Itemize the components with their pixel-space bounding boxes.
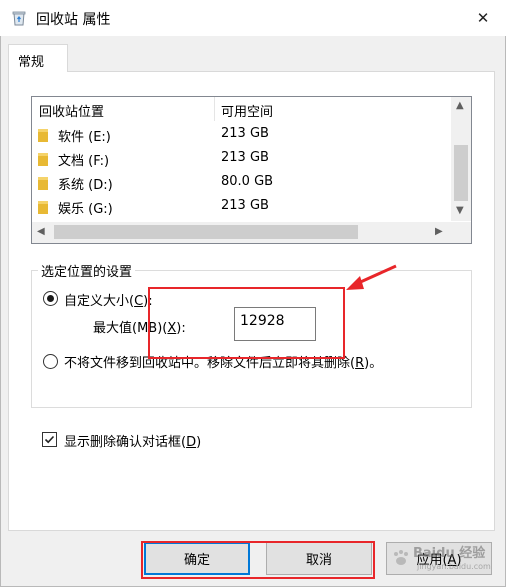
location-name: 娱乐 (G:) bbox=[58, 202, 113, 217]
paw-icon bbox=[394, 550, 408, 565]
window-title: 回收站 属性 bbox=[36, 12, 111, 28]
no-recycle-label[interactable]: 不将文件移到回收站中。移除文件后立即将其删除(R)。 bbox=[64, 352, 382, 371]
watermark-text: Baidu 经验 bbox=[413, 546, 486, 561]
horizontal-scrollbar[interactable]: ◀ ▶ bbox=[32, 222, 451, 243]
scroll-down-icon[interactable]: ▼ bbox=[456, 205, 464, 216]
scroll-left-icon[interactable]: ◀ bbox=[37, 226, 45, 237]
confirm-delete-checkbox[interactable] bbox=[42, 432, 57, 447]
close-button[interactable]: ✕ bbox=[460, 0, 506, 36]
annotation-arrow-icon bbox=[346, 264, 397, 290]
list-item[interactable]: 娱乐 (G:) 213 GB bbox=[32, 195, 450, 219]
list-header: 回收站位置 可用空间 bbox=[32, 97, 450, 121]
folder-icon bbox=[38, 129, 48, 142]
vertical-scrollbar[interactable]: ▲ ▼ bbox=[451, 97, 471, 221]
custom-size-radio[interactable] bbox=[43, 291, 58, 306]
column-divider[interactable] bbox=[214, 97, 215, 121]
folder-icon bbox=[38, 153, 48, 166]
checkmark-icon bbox=[44, 435, 55, 444]
column-header-location[interactable]: 回收站位置 bbox=[39, 101, 104, 120]
list-item[interactable]: 系统 (D:) 80.0 GB bbox=[32, 171, 450, 195]
location-space: 213 GB bbox=[221, 198, 269, 213]
cancel-button[interactable]: 取消 bbox=[266, 542, 372, 575]
location-list[interactable]: 回收站位置 可用空间 软件 (E:) 213 GB 文档 (F:) 213 GB… bbox=[31, 96, 472, 244]
max-size-value: 12928 bbox=[240, 313, 285, 329]
scroll-up-icon[interactable]: ▲ bbox=[456, 100, 464, 111]
folder-icon bbox=[38, 201, 48, 214]
location-name: 文档 (F:) bbox=[58, 154, 110, 169]
cancel-button-label: 取消 bbox=[305, 553, 332, 568]
no-recycle-radio[interactable] bbox=[43, 354, 58, 369]
horizontal-scroll-thumb[interactable] bbox=[54, 225, 358, 239]
title-bar: 回收站 属性 ✕ bbox=[0, 0, 506, 36]
list-item[interactable]: 软件 (E:) 213 GB bbox=[32, 123, 450, 147]
list-item[interactable]: 文档 (F:) 213 GB bbox=[32, 147, 450, 171]
location-space: 213 GB bbox=[221, 126, 269, 141]
tab-general-label: 常规 bbox=[18, 55, 45, 70]
watermark-url: jingyan.baidu.com bbox=[417, 562, 491, 571]
location-space: 80.0 GB bbox=[221, 174, 274, 189]
ok-button-label: 确定 bbox=[183, 553, 210, 568]
ok-button[interactable]: 确定 bbox=[144, 542, 250, 575]
column-header-space[interactable]: 可用空间 bbox=[221, 101, 273, 120]
recycle-bin-icon bbox=[12, 11, 26, 26]
close-icon: ✕ bbox=[476, 9, 490, 27]
location-name: 软件 (E:) bbox=[58, 130, 111, 145]
settings-group-label: 选定位置的设置 bbox=[38, 261, 136, 280]
tab-general[interactable]: 常规 bbox=[8, 44, 68, 72]
vertical-scroll-thumb[interactable] bbox=[454, 145, 468, 201]
custom-size-label[interactable]: 自定义大小(C): bbox=[64, 290, 153, 309]
confirm-delete-label[interactable]: 显示删除确认对话框(D) bbox=[64, 431, 201, 450]
watermark: Baidu 经验 jingyan.baidu.com bbox=[389, 542, 501, 580]
scrollbar-corner bbox=[451, 222, 471, 243]
max-size-input[interactable]: 12928 bbox=[234, 307, 316, 341]
scroll-right-icon[interactable]: ▶ bbox=[435, 226, 443, 237]
location-space: 213 GB bbox=[221, 150, 269, 165]
max-value-label: 最大值(MB)(X): bbox=[93, 321, 186, 336]
location-name: 系统 (D:) bbox=[58, 178, 113, 193]
folder-icon bbox=[38, 177, 48, 190]
